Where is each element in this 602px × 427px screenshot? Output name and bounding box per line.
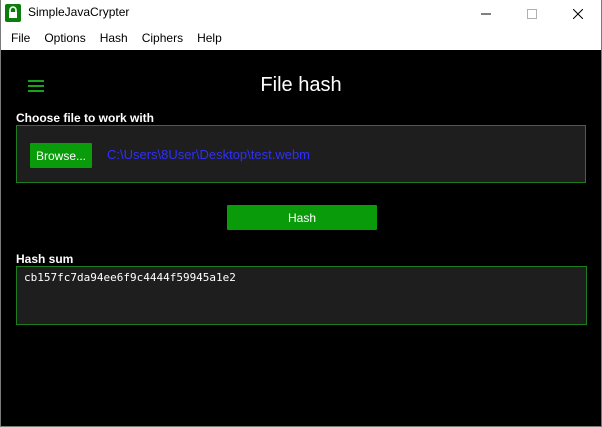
menu-file[interactable]: File bbox=[4, 27, 37, 50]
menu-hash[interactable]: Hash bbox=[93, 27, 135, 50]
menu-options[interactable]: Options bbox=[37, 27, 92, 50]
title-bar[interactable]: SimpleJavaCrypter bbox=[1, 0, 601, 27]
menu-ciphers[interactable]: Ciphers bbox=[135, 27, 190, 50]
close-button[interactable] bbox=[555, 0, 601, 27]
file-chooser-panel: Browse... C:\Users\8User\Desktop\test.we… bbox=[16, 125, 586, 183]
file-path-link[interactable]: C:\Users\8User\Desktop\test.webm bbox=[107, 147, 310, 162]
maximize-button[interactable] bbox=[509, 0, 555, 27]
browse-button[interactable]: Browse... bbox=[30, 143, 92, 168]
close-icon bbox=[573, 8, 583, 19]
hash-button[interactable]: Hash bbox=[227, 205, 377, 230]
menu-help[interactable]: Help bbox=[190, 27, 229, 50]
minimize-button[interactable] bbox=[463, 0, 509, 27]
window-title: SimpleJavaCrypter bbox=[28, 5, 130, 19]
page-title: File hash bbox=[260, 74, 342, 96]
padlock-icon bbox=[5, 4, 21, 22]
minimize-icon bbox=[481, 13, 491, 14]
maximize-icon bbox=[527, 8, 537, 19]
app-window: SimpleJavaCrypter File Options Hash Ciph… bbox=[0, 0, 602, 427]
hash-output-field[interactable]: cb157fc7da94ee6f9c4444f59945a1e2 bbox=[16, 266, 587, 325]
file-section-label: Choose file to work with bbox=[16, 111, 155, 125]
hash-value: cb157fc7da94ee6f9c4444f59945a1e2 bbox=[24, 271, 236, 284]
hash-section-label: Hash sum bbox=[16, 252, 74, 266]
main-content: File hash Choose file to work with Brows… bbox=[1, 50, 601, 426]
menu-bar: File Options Hash Ciphers Help bbox=[1, 27, 601, 50]
